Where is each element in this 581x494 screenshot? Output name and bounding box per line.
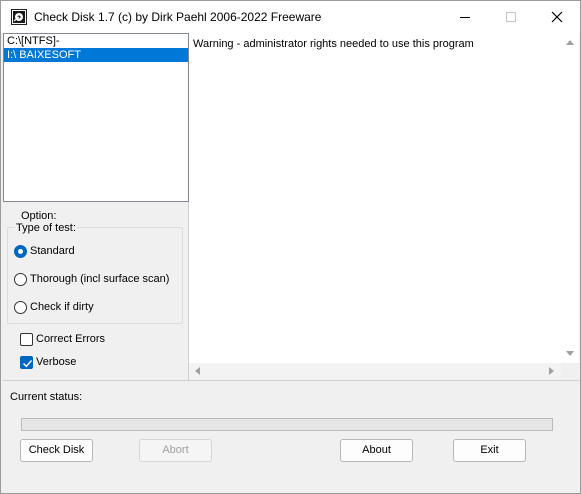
correct-errors-checkbox[interactable] — [20, 332, 33, 346]
radio-label: Thorough (incl surface scan) — [30, 273, 170, 285]
verbose-option[interactable]: Verbose — [20, 354, 76, 370]
title-bar[interactable]: Check Disk 1.7 (c) by Dirk Paehl 2006-20… — [1, 1, 580, 33]
progress-bar — [21, 418, 553, 431]
scroll-up-icon[interactable] — [566, 40, 574, 45]
drive-item-i[interactable]: I:\ BAIXESOFT — [4, 48, 188, 62]
minimize-icon — [460, 17, 470, 18]
drive-list[interactable]: C:\[NTFS]- I:\ BAIXESOFT — [3, 33, 189, 202]
scroll-left-icon[interactable] — [195, 367, 200, 375]
close-button[interactable] — [534, 1, 580, 33]
check-disk-window: Check Disk 1.7 (c) by Dirk Paehl 2006-20… — [0, 0, 581, 494]
radio-check-if-dirty[interactable]: Check if dirty — [14, 299, 94, 315]
option-label: Option: — [21, 210, 57, 222]
horizontal-scrollbar[interactable] — [189, 363, 561, 380]
about-button[interactable]: About — [340, 439, 413, 462]
window-title: Check Disk 1.7 (c) by Dirk Paehl 2006-20… — [34, 10, 322, 24]
maximize-button[interactable] — [488, 1, 534, 33]
scroll-right-icon[interactable] — [549, 367, 554, 375]
log-output[interactable]: Warning - administrator rights needed to… — [189, 33, 579, 380]
options-panel: Option: Type of test: Standard Thorough … — [3, 202, 189, 380]
exit-button[interactable]: Exit — [453, 439, 526, 462]
log-line: Warning - administrator rights needed to… — [193, 38, 474, 50]
verbose-checkbox[interactable] — [20, 355, 33, 369]
checkbox-label: Verbose — [36, 356, 77, 368]
checkmark-icon — [23, 359, 33, 367]
radio-standard[interactable]: Standard — [14, 243, 75, 259]
check-disk-button[interactable]: Check Disk — [20, 439, 93, 462]
scrollbar-corner — [561, 363, 579, 380]
correct-errors-option[interactable]: Correct Errors — [20, 331, 105, 347]
radio-button[interactable] — [14, 300, 27, 314]
checkbox-label: Correct Errors — [36, 333, 106, 345]
drive-item-c[interactable]: C:\[NTFS]- — [4, 34, 188, 48]
status-panel: Current status: Check Disk Abort About E… — [3, 380, 579, 493]
radio-button[interactable] — [14, 244, 27, 258]
radio-thorough[interactable]: Thorough (incl surface scan) — [14, 271, 169, 287]
radio-label: Check if dirty — [30, 301, 94, 313]
radio-label: Standard — [30, 245, 75, 257]
vertical-scrollbar[interactable] — [561, 33, 579, 363]
type-of-test-group: Type of test: Standard Thorough (incl su… — [7, 222, 183, 324]
scroll-down-icon[interactable] — [566, 351, 574, 356]
radio-button[interactable] — [14, 272, 27, 286]
close-icon — [551, 11, 563, 23]
check-disk-app-icon — [11, 9, 27, 25]
minimize-button[interactable] — [442, 1, 488, 33]
abort-button[interactable]: Abort — [139, 439, 212, 462]
current-status-label: Current status: — [10, 391, 83, 403]
type-of-test-label: Type of test: — [15, 222, 77, 234]
maximize-icon — [506, 12, 516, 22]
